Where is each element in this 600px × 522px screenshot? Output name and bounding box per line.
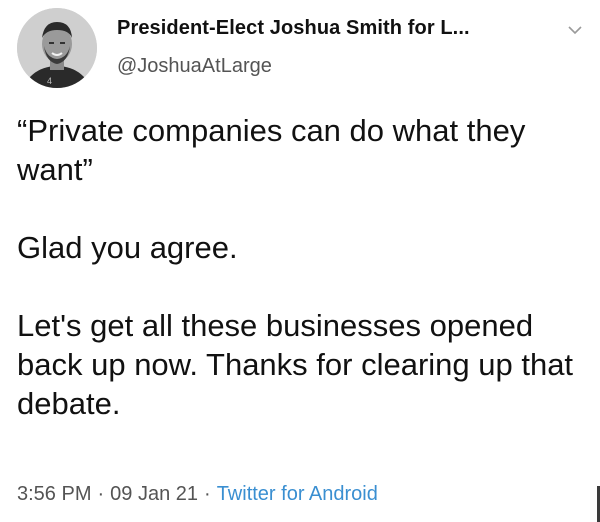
separator: ·	[97, 483, 105, 505]
tweet-source-link[interactable]: Twitter for Android	[217, 483, 378, 505]
avatar[interactable]: 4	[17, 8, 97, 88]
avatar-photo: 4	[17, 8, 97, 88]
tweet-footer: 3:56 PM · 09 Jan 21 · Twitter for Android	[17, 483, 378, 506]
tweet-paragraph: “Private companies can do what they want…	[17, 113, 526, 187]
author-handle[interactable]: @JoshuaAtLarge	[117, 55, 272, 78]
tweet-body: “Private companies can do what they want…	[17, 111, 577, 423]
tweet-paragraph: Glad you agree.	[17, 230, 238, 265]
tweet-time[interactable]: 3:56 PM	[17, 483, 91, 505]
chevron-down-icon[interactable]	[567, 24, 583, 36]
tweet-paragraph: Let's get all these businesses opened ba…	[17, 308, 574, 421]
separator: ·	[204, 483, 211, 505]
svg-text:4: 4	[47, 76, 52, 86]
author-display-name[interactable]: President-Elect Joshua Smith for L...	[117, 17, 557, 40]
tweet-card: 4 President-Elect Joshua Smith for L... …	[0, 0, 600, 522]
tweet-date[interactable]: 09 Jan 21	[110, 483, 198, 505]
